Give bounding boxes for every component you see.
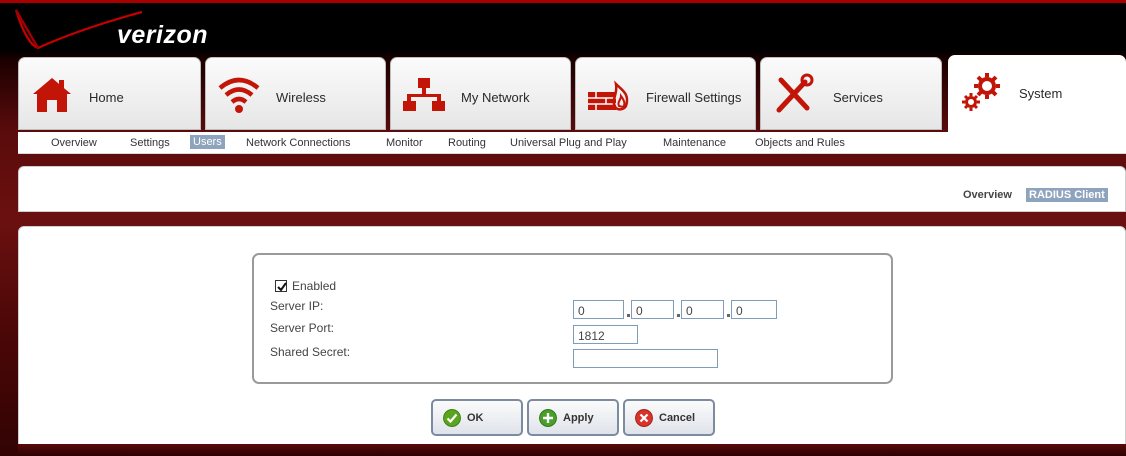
close-icon [635, 409, 653, 427]
server-port-label: Server Port: [270, 321, 335, 335]
footer-bar [18, 444, 1126, 456]
apply-button-label: Apply [563, 412, 594, 424]
check-mark-icon [277, 282, 287, 292]
server-ip-octet-3[interactable]: 0 [681, 300, 724, 319]
cancel-button-label: Cancel [659, 412, 696, 424]
tab-label-my-network: My Network [461, 90, 530, 105]
apply-button[interactable]: Apply [527, 399, 619, 436]
server-ip-octet-2[interactable]: 0 [631, 300, 674, 319]
network-icon [403, 78, 445, 111]
subnav-routing[interactable]: Routing [448, 137, 486, 149]
verizon-logo: verizon [117, 21, 209, 49]
subnav-overview[interactable]: Overview [51, 137, 97, 149]
server-ip-label: Server IP: [270, 299, 324, 313]
server-port-field[interactable]: 1812 [573, 325, 638, 344]
subnav-objects-and-rules[interactable]: Objects and Rules [755, 137, 845, 149]
tab-label-firewall-settings: Firewall Settings [646, 90, 742, 105]
tab-label-services: Services [833, 90, 883, 105]
ok-button[interactable]: OK [431, 399, 523, 436]
ip-dot [627, 314, 630, 317]
cancel-button[interactable]: Cancel [623, 399, 715, 436]
tab-label-wireless: Wireless [276, 90, 326, 105]
router-admin-page: verizon Home Wireless My Network Firewal… [0, 0, 1126, 456]
home-icon [33, 78, 71, 112]
shared-secret-label: Shared Secret: [270, 345, 351, 359]
tab-wireless[interactable]: Wireless [205, 57, 386, 130]
section-header-panel: Overview RADIUS Client [18, 166, 1126, 212]
subnav-maintenance[interactable]: Maintenance [663, 137, 726, 149]
enabled-label: Enabled [292, 279, 337, 293]
top-accent-line [0, 0, 1126, 3]
services-icon [776, 73, 814, 113]
ip-dot [727, 314, 730, 317]
system-icon [962, 73, 1000, 111]
sub-navigation: Overview Settings Users Network Connecti… [18, 132, 1126, 154]
tab-services[interactable]: Services [760, 57, 942, 130]
section-radius-client-link[interactable]: RADIUS Client [1026, 188, 1108, 202]
enabled-checkbox[interactable] [275, 280, 287, 292]
check-icon [443, 409, 461, 427]
tab-home[interactable]: Home [18, 57, 201, 130]
tab-label-home: Home [89, 90, 124, 105]
ok-button-label: OK [467, 412, 484, 424]
server-ip-octet-4[interactable]: 0 [731, 300, 777, 319]
tab-my-network[interactable]: My Network [390, 57, 571, 130]
subnav-users[interactable]: Users [190, 135, 225, 149]
subnav-network-connections[interactable]: Network Connections [246, 137, 351, 149]
firewall-icon [588, 80, 629, 111]
tab-firewall-settings[interactable]: Firewall Settings [575, 57, 756, 130]
subnav-universal-plug-and-play[interactable]: Universal Plug and Play [510, 137, 627, 149]
ip-dot [677, 314, 680, 317]
tab-label-system: System [1019, 86, 1063, 101]
plus-icon [539, 409, 557, 427]
shared-secret-field[interactable] [573, 349, 718, 368]
subnav-monitor[interactable]: Monitor [386, 137, 423, 149]
subnav-settings[interactable]: Settings [130, 137, 170, 149]
wireless-icon [218, 77, 260, 113]
section-overview-link[interactable]: Overview [963, 189, 1012, 201]
tab-system[interactable]: System [948, 55, 1126, 132]
main-tabs: Home Wireless My Network Firewall Settin… [18, 55, 1126, 132]
server-ip-octet-1[interactable]: 0 [573, 300, 624, 319]
